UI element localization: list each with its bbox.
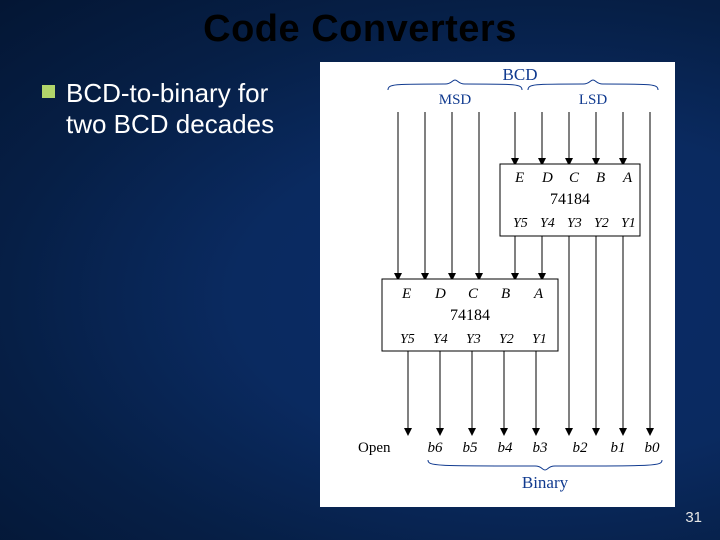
bullet-text: BCD-to-binary for two BCD decades: [66, 78, 302, 140]
chip1-E: E: [514, 170, 524, 186]
chip2-Y2: Y2: [499, 332, 514, 347]
page-number: 31: [685, 509, 702, 526]
chip2-C: C: [468, 286, 479, 302]
chip1-Y4: Y4: [540, 216, 555, 231]
label-b1: b1: [611, 440, 626, 456]
chip2-Y3: Y3: [466, 332, 481, 347]
label-b6: b6: [428, 440, 444, 456]
label-lsd: LSD: [579, 92, 608, 108]
chip1-A: A: [622, 170, 633, 186]
label-b2: b2: [573, 440, 589, 456]
label-b5: b5: [463, 440, 479, 456]
chip1-D: D: [541, 170, 553, 186]
chip2-Y1: Y1: [532, 332, 547, 347]
slide: Code Converters BCD-to-binary for two BC…: [0, 0, 720, 540]
brace-lsd: [528, 80, 658, 90]
bullet-item: BCD-to-binary for two BCD decades: [42, 78, 302, 140]
chip1-Y3: Y3: [567, 216, 582, 231]
slide-title: Code Converters: [0, 8, 720, 51]
chip2-B: B: [501, 286, 510, 302]
chip2-name: 74184: [450, 307, 490, 324]
chip2-D: D: [434, 286, 446, 302]
chip2-Y4: Y4: [433, 332, 448, 347]
label-msd: MSD: [439, 92, 472, 108]
chip2-E: E: [401, 286, 411, 302]
bullet-icon: [42, 85, 55, 98]
chip2-A: A: [533, 286, 544, 302]
chip1-name: 74184: [550, 191, 590, 208]
label-b3: b3: [533, 440, 548, 456]
label-bcd: BCD: [503, 65, 538, 84]
chip2-Y5: Y5: [400, 332, 415, 347]
diagram-svg: BCD MSD LSD E D C B A 74184: [320, 62, 675, 507]
label-b4: b4: [498, 440, 514, 456]
label-b0: b0: [645, 440, 661, 456]
chip1-Y5: Y5: [513, 216, 528, 231]
brace-binary: [428, 460, 662, 470]
diagram-figure: BCD MSD LSD E D C B A 74184: [320, 62, 675, 507]
label-open: Open: [358, 440, 391, 456]
chip1-B: B: [596, 170, 605, 186]
chip1-C: C: [569, 170, 580, 186]
chip1-Y2: Y2: [594, 216, 609, 231]
label-binary: Binary: [522, 473, 569, 492]
chip1-Y1: Y1: [621, 216, 636, 231]
